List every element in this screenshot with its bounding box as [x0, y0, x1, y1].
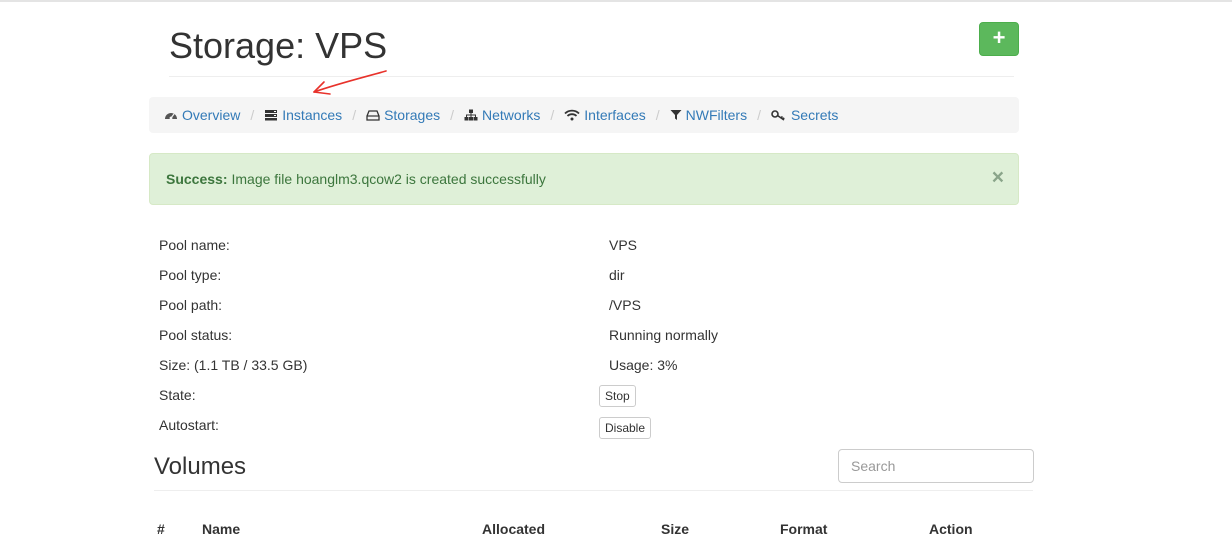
- close-icon[interactable]: ×: [992, 167, 1004, 188]
- col-name[interactable]: Name: [202, 521, 240, 537]
- nav-separator: /: [655, 107, 660, 123]
- nav-separator: /: [450, 107, 455, 123]
- top-border: [0, 0, 1232, 2]
- nav-storages-label: Storages: [384, 107, 441, 123]
- nav-separator: /: [250, 107, 255, 123]
- nav-separator: /: [352, 107, 357, 123]
- key-icon: [771, 110, 785, 121]
- pool-state-label: State:: [159, 387, 196, 403]
- add-volume-button[interactable]: +: [979, 22, 1019, 56]
- section-nav: Overview / Instances / Storages / Networ…: [149, 97, 1019, 133]
- alert-message: Image file hoanglm3.qcow2 is created suc…: [231, 171, 546, 187]
- col-action: Action: [929, 521, 973, 537]
- nav-separator: /: [757, 107, 761, 123]
- col-number: #: [157, 521, 165, 537]
- nav-instances[interactable]: Instances: [264, 107, 342, 123]
- nav-interfaces-label: Interfaces: [584, 107, 646, 123]
- nav-overview-label: Overview: [182, 107, 241, 123]
- alert-strong: Success:: [166, 171, 228, 187]
- pool-path-label: Pool path:: [159, 297, 223, 313]
- pool-status-value: Running normally: [609, 327, 718, 343]
- col-size[interactable]: Size: [661, 521, 689, 537]
- nav-networks-label: Networks: [482, 107, 541, 123]
- server-icon: [265, 110, 278, 121]
- nav-separator: /: [550, 107, 555, 123]
- autostart-label: Autostart:: [159, 417, 219, 433]
- success-alert: Success: Image file hoanglm3.qcow2 is cr…: [149, 153, 1019, 205]
- volume-search-input[interactable]: [838, 449, 1034, 483]
- nav-interfaces[interactable]: Interfaces: [564, 107, 646, 123]
- nav-instances-label: Instances: [282, 107, 343, 123]
- nav-nwfilters[interactable]: NWFilters: [670, 107, 747, 123]
- pool-path-value: /VPS: [609, 297, 641, 313]
- pool-name-label: Pool name:: [159, 237, 230, 253]
- annotation-arrow: [313, 70, 387, 95]
- pool-status-label: Pool status:: [159, 327, 233, 343]
- stop-button[interactable]: Stop: [599, 385, 636, 407]
- nav-overview[interactable]: Overview: [164, 107, 240, 123]
- col-format[interactable]: Format: [780, 521, 827, 537]
- pool-type-label: Pool type:: [159, 267, 222, 283]
- plus-icon: +: [992, 25, 1006, 50]
- pool-size-label: Size: (1.1 TB / 33.5 GB): [159, 357, 308, 373]
- dashboard-icon: [165, 113, 177, 120]
- pool-type-value: dir: [609, 267, 625, 283]
- pool-name-value: VPS: [609, 237, 638, 253]
- nav-secrets-label: Secrets: [790, 107, 839, 123]
- volumes-divider: [154, 490, 1033, 491]
- nav-networks[interactable]: Networks: [464, 107, 540, 123]
- pool-usage-value: Usage: 3%: [609, 357, 678, 373]
- page-title: Storage: VPS: [169, 25, 388, 66]
- filter-icon: [670, 110, 682, 120]
- title-divider: [169, 76, 1014, 77]
- hdd-icon: [366, 110, 380, 121]
- sitemap-icon: [464, 109, 478, 121]
- volumes-heading: Volumes: [154, 453, 247, 480]
- nav-nwfilters-label: NWFilters: [685, 107, 748, 123]
- nav-secrets[interactable]: Secrets: [771, 107, 838, 123]
- col-allocated[interactable]: Allocated: [482, 521, 545, 537]
- wifi-icon: [564, 109, 580, 121]
- nav-storages[interactable]: Storages: [366, 107, 440, 123]
- disable-autostart-button[interactable]: Disable: [599, 417, 652, 439]
